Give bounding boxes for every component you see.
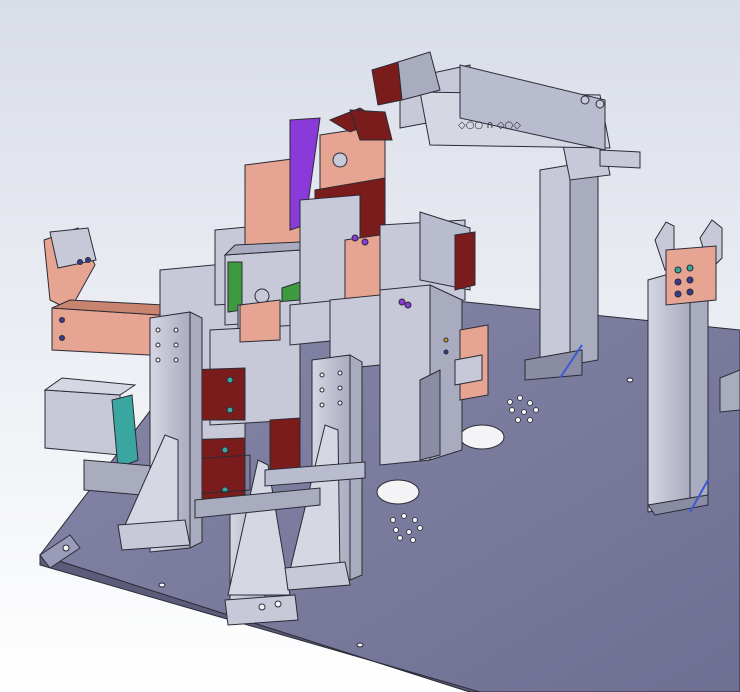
- plate-hole: [626, 377, 634, 383]
- plate-hole: [356, 642, 364, 648]
- plate-hole: [376, 479, 420, 505]
- plate-hole: [158, 582, 166, 588]
- plate-hole: [459, 424, 505, 450]
- svg-text:◇○○ ∩ ◇○◇: ◇○○ ∩ ◇○◇: [458, 120, 521, 131]
- edge-block: [719, 369, 740, 413]
- cad-scene: ◇○○ ∩ ◇○◇: [0, 0, 740, 692]
